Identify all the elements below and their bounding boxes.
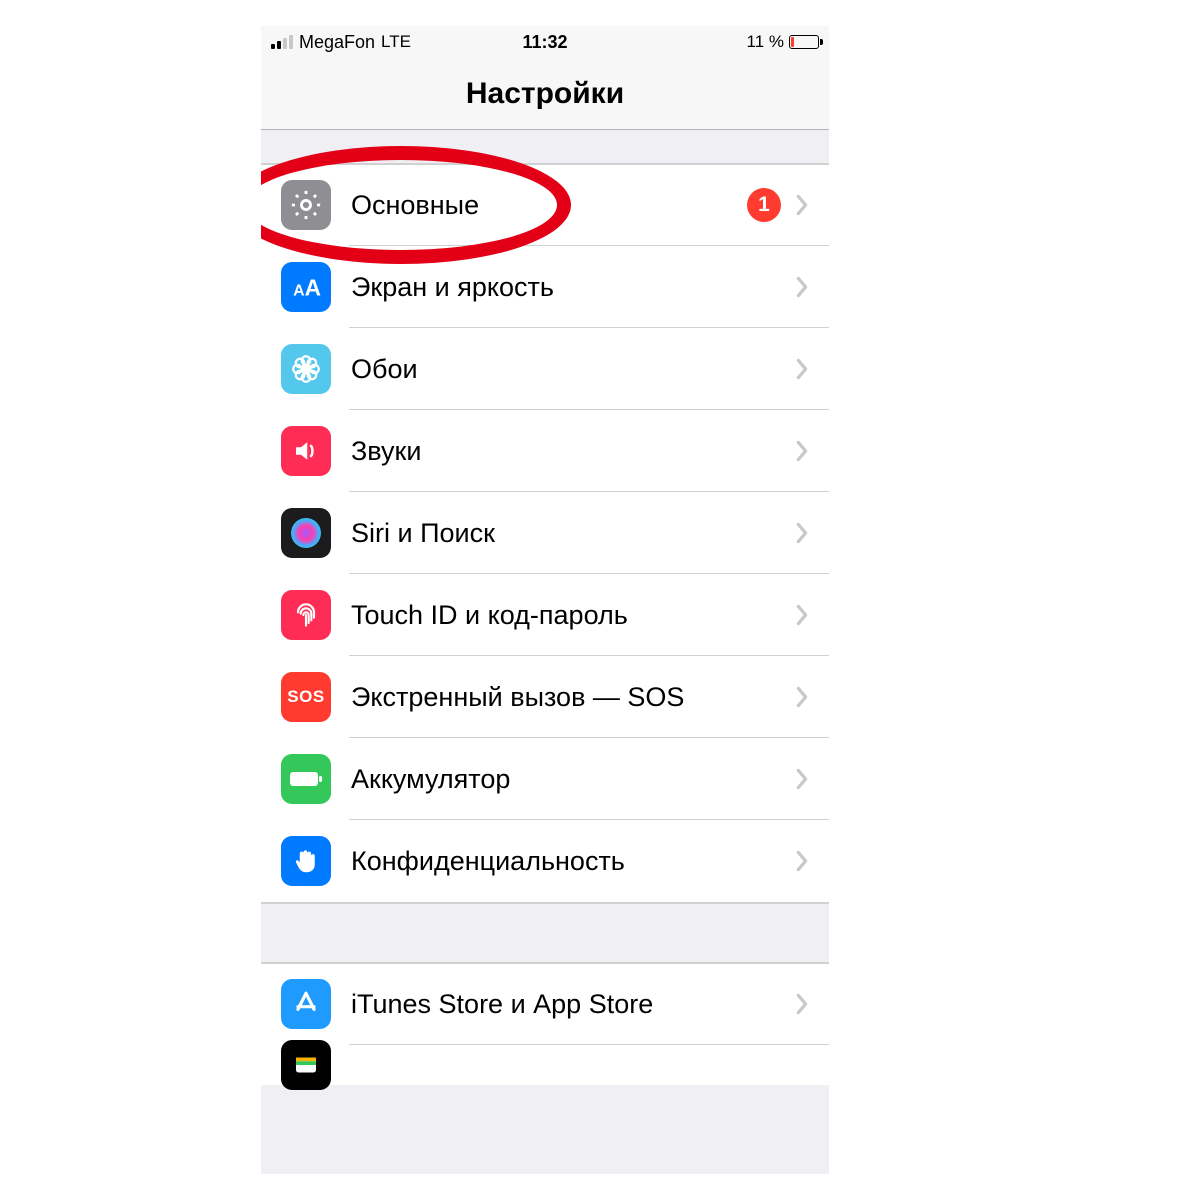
battery-icon xyxy=(281,754,331,804)
page-title: Настройки xyxy=(466,77,624,111)
row-touchid[interactable]: Touch ID и код-пароль xyxy=(261,574,829,656)
fingerprint-icon xyxy=(281,590,331,640)
section-spacer xyxy=(261,903,829,963)
settings-group-2: iTunes Store и App Store xyxy=(261,963,829,1085)
group-gap xyxy=(261,130,829,164)
row-label: Звуки xyxy=(351,436,795,467)
row-label: Аккумулятор xyxy=(351,764,795,795)
row-label: Touch ID и код-пароль xyxy=(351,600,795,631)
row-battery[interactable]: Аккумулятор xyxy=(261,738,829,820)
notification-badge: 1 xyxy=(747,188,781,222)
chevron-right-icon xyxy=(795,993,811,1015)
row-sos[interactable]: SOS Экстренный вызов — SOS xyxy=(261,656,829,738)
row-label: Экран и яркость xyxy=(351,272,795,303)
wallet-icon xyxy=(281,1040,331,1090)
nav-bar: Настройки xyxy=(261,58,829,130)
chevron-right-icon xyxy=(795,850,811,872)
chevron-right-icon xyxy=(795,604,811,626)
row-display[interactable]: A A Экран и яркость xyxy=(261,246,829,328)
battery-icon xyxy=(789,35,819,49)
text-size-icon: A A xyxy=(281,262,331,312)
row-sounds[interactable]: Звуки xyxy=(261,410,829,492)
svg-text:A: A xyxy=(293,283,304,300)
settings-group-1: Основные 1 A A Экран и яркость xyxy=(261,164,829,903)
gear-icon xyxy=(281,180,331,230)
chevron-right-icon xyxy=(795,522,811,544)
sos-icon: SOS xyxy=(281,672,331,722)
chevron-right-icon xyxy=(795,194,811,216)
row-itunes[interactable]: iTunes Store и App Store xyxy=(261,963,829,1045)
row-label: Обои xyxy=(351,354,795,385)
row-general[interactable]: Основные 1 xyxy=(261,164,829,246)
hand-icon xyxy=(281,836,331,886)
chevron-right-icon xyxy=(795,768,811,790)
row-wallet[interactable] xyxy=(261,1045,829,1085)
row-label: Siri и Поиск xyxy=(351,518,795,549)
row-siri[interactable]: Siri и Поиск xyxy=(261,492,829,574)
svg-text:A: A xyxy=(305,275,321,301)
clock-label: 11:32 xyxy=(261,32,829,53)
row-label: Основные xyxy=(351,190,747,221)
chevron-right-icon xyxy=(795,276,811,298)
settings-screen: MegaFon LTE 11:32 11 % Настройки xyxy=(261,26,829,1174)
chevron-right-icon xyxy=(795,358,811,380)
speaker-icon xyxy=(281,426,331,476)
row-wallpaper[interactable]: Обои xyxy=(261,328,829,410)
row-label: Конфиденциальность xyxy=(351,846,795,877)
chevron-right-icon xyxy=(795,686,811,708)
status-bar: MegaFon LTE 11:32 11 % xyxy=(261,26,829,58)
chevron-right-icon xyxy=(795,440,811,462)
appstore-icon xyxy=(281,979,331,1029)
flower-icon xyxy=(281,344,331,394)
row-privacy[interactable]: Конфиденциальность xyxy=(261,820,829,902)
row-label: iTunes Store и App Store xyxy=(351,989,795,1020)
siri-icon xyxy=(281,508,331,558)
row-label: Экстренный вызов — SOS xyxy=(351,682,795,713)
